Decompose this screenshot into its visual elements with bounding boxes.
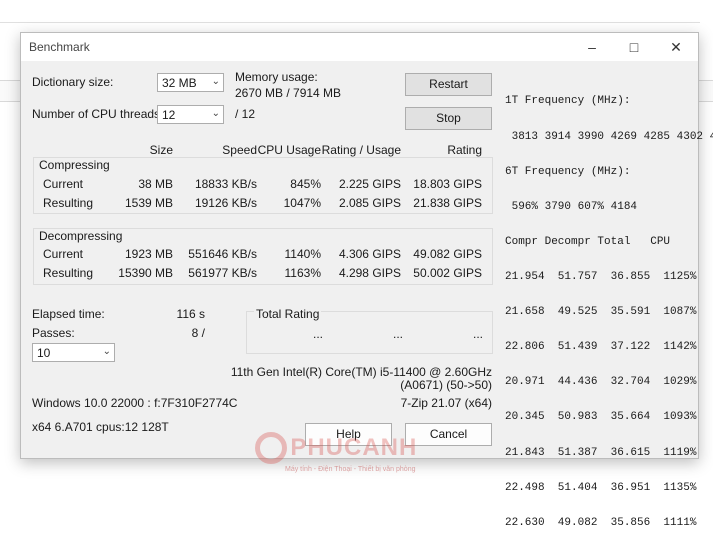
column-header-cpu-usage: CPU Usage [257,143,321,157]
decompress-resulting-size: 15390 MB [118,266,173,280]
decompress-resulting-cpu: 1163% [284,266,321,280]
cpu-threads-label: Number of CPU threads: [32,107,164,121]
passes-label: Passes: [32,326,75,340]
log-line: 596% 3790 607% 4184 [505,200,638,213]
passes-select[interactable]: 10 ⌄ [32,343,115,362]
cancel-button[interactable]: Cancel [405,423,492,446]
log-line: 22.630 49.082 35.856 1111% [505,516,697,529]
minimize-icon[interactable]: – [577,37,607,57]
compress-resulting-rating-usage: 2.085 GIPS [338,196,401,210]
window-title: Benchmark [29,40,90,54]
compress-resulting-size: 1539 MB [124,196,173,210]
cpu-threads-value: 12 [162,108,176,122]
background-tab-bar [0,0,700,23]
zip-version: 7-Zip 21.07 (x64) [400,396,492,410]
log-line: Compr Decompr Total CPU [505,235,671,248]
column-header-speed: Speed [222,143,257,157]
log-line: 22.498 51.404 36.951 1135% [505,481,697,494]
column-header-rating-usage: Rating / Usage [321,143,401,157]
column-header-rating: Rating [447,143,482,157]
log-line: 22.806 51.439 37.122 1142% [505,341,697,354]
dictionary-size-select[interactable]: 32 MB ⌄ [157,73,224,92]
total-rating-label: Total Rating [254,307,322,321]
dictionary-size-value: 32 MB [162,76,197,90]
total-rating-value-3: ... [473,327,484,341]
log-line: 6T Frequency (MHz): [505,165,631,178]
cpu-threads-select[interactable]: 12 ⌄ [157,105,224,124]
log-line: 1T Frequency (MHz): [505,95,631,108]
cpu-details: (A0671) (50->50) [400,378,492,392]
dictionary-size-label: Dictionary size: [32,75,114,89]
decompress-resulting-rating-usage: 4.298 GIPS [338,266,401,280]
restart-button[interactable]: Restart [405,73,492,96]
maximize-icon[interactable]: □ [619,37,649,57]
decompress-current-size: 1923 MB [124,247,173,261]
decompress-resulting-speed: 561977 KB/s [188,266,257,280]
watermark-logo-icon [255,432,287,464]
decompress-current-rating: 49.082 GIPS [413,247,482,261]
memory-usage-value: 2670 MB / 7914 MB [235,86,342,100]
log-line: 3813 3914 3990 4269 4285 4302 4340 [505,130,713,143]
log-line: 20.345 50.983 35.664 1093% [505,411,697,424]
cpu-name: 11th Gen Intel(R) Core(TM) i5-11400 @ 2.… [230,365,492,379]
stop-button[interactable]: Stop [405,107,492,130]
os-version: Windows 10.0 22000 : f:7F310F2774C [32,396,238,410]
cpu-threads-max: / 12 [235,107,256,121]
decompress-current-speed: 551646 KB/s [188,247,257,261]
chevron-down-icon: ⌄ [211,108,220,119]
total-rating-value-2: ... [393,327,404,341]
benchmark-window: Benchmark – □ ✕ Dictionary size: 32 MB ⌄… [20,32,713,528]
decompress-current-label: Current [43,247,84,261]
elapsed-time-label: Elapsed time: [32,307,105,321]
watermark-tagline: Máy tính - Điện Thoại - Thiết bị văn phò… [285,466,416,473]
passes-value: 8 / [191,326,205,340]
decompress-resulting-label: Resulting [43,266,94,280]
arch-info: x64 6.A701 cpus:12 128T [32,420,169,434]
log-line: 21.658 49.525 35.591 1087% [505,306,697,319]
compress-current-speed: 18833 KB/s [194,177,257,191]
log-line: 21.843 51.387 36.615 1119% [505,446,697,459]
decompress-current-rating-usage: 4.306 GIPS [338,247,401,261]
watermark-logo: PHUCANH [255,432,417,464]
title-bar: Benchmark – □ ✕ [21,33,698,61]
compressing-label: Compressing [39,158,110,172]
log-line: 21.954 51.757 36.855 1125% [505,270,697,283]
compress-current-cpu: 845% [290,177,321,191]
chevron-down-icon: ⌄ [211,76,220,87]
compress-current-rating: 18.803 GIPS [413,177,482,191]
compress-resulting-speed: 19126 KB/s [194,196,257,210]
column-header-size: Size [149,143,173,157]
decompress-resulting-rating: 50.002 GIPS [413,266,482,280]
compress-resulting-rating: 21.838 GIPS [413,196,482,210]
compress-current-rating-usage: 2.225 GIPS [338,177,401,191]
compress-current-label: Current [43,177,84,191]
elapsed-time-value: 116 s [176,307,205,321]
total-rating-value-1: ... [313,327,324,341]
decompressing-label: Decompressing [39,229,123,243]
log-line: 20.971 44.436 32.704 1029% [505,376,697,389]
frequency-log: 1T Frequency (MHz): 3813 3914 3990 4269 … [505,73,713,553]
chevron-down-icon: ⌄ [102,346,111,357]
decompress-current-cpu: 1140% [284,247,321,261]
compress-resulting-cpu: 1047% [283,196,321,210]
watermark-brand: PHUCANH [290,434,418,461]
memory-usage-label: Memory usage: [235,70,318,84]
passes-select-value: 10 [37,346,51,360]
compress-current-size: 38 MB [138,177,173,191]
compress-resulting-label: Resulting [43,196,94,210]
close-icon[interactable]: ✕ [661,37,691,57]
